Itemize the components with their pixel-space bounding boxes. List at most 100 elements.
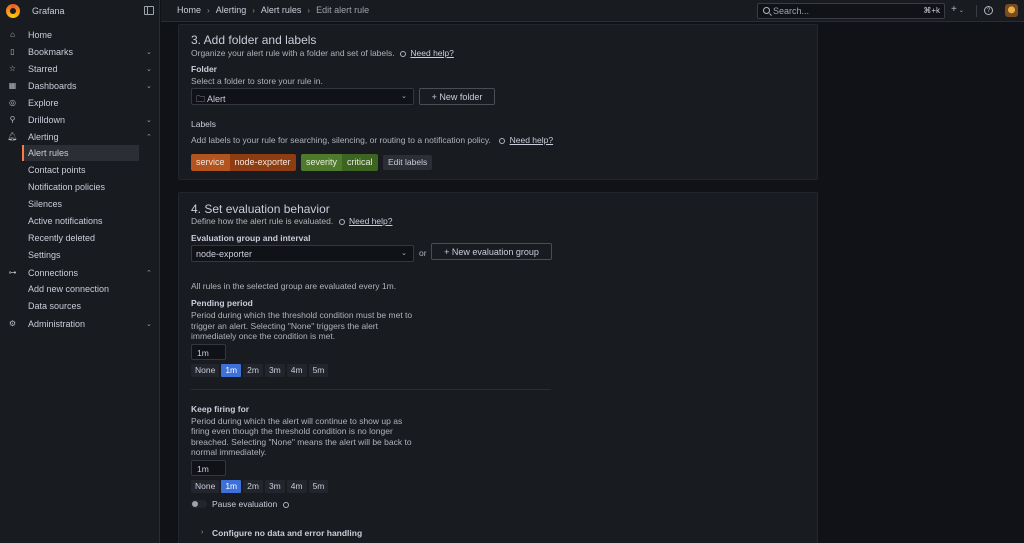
dashboards-icon: ▦ — [8, 81, 17, 90]
label-value: critical — [342, 154, 378, 171]
pending-option-4m[interactable]: 4m — [286, 364, 307, 377]
new-folder-text: New folder — [439, 92, 483, 102]
nav-label: Silences — [28, 199, 63, 209]
compass-icon: ◎ — [9, 98, 16, 107]
breadcrumb-alert-rules[interactable]: Alert rules — [261, 5, 302, 15]
label-chip-service: service node-exporter — [191, 154, 296, 171]
nav-label: Bookmarks — [28, 46, 74, 57]
chevron-down-icon[interactable]: ⌄ — [146, 65, 152, 73]
chevron-down-icon[interactable]: ⌄ — [146, 320, 152, 328]
sidebar-item-data-sources[interactable]: Data sources — [0, 298, 160, 315]
nav-label: Recently deleted — [28, 233, 96, 243]
sidebar: Grafana ⌂ Home ▯ Bookmarks ⌄ ☆ Starred ⌄… — [0, 0, 160, 543]
pending-period-input[interactable]: 1m — [191, 344, 226, 360]
keep-desc-1: Period during which the alert will conti… — [191, 416, 403, 426]
keep-firing-options: None 1m 2m 3m 4m 5m — [191, 480, 329, 493]
keep-option-2m[interactable]: 2m — [243, 480, 263, 493]
bell-icon: 🔔︎ — [7, 132, 18, 141]
avatar[interactable] — [1005, 4, 1018, 17]
breadcrumb-current: Edit alert rule — [316, 5, 370, 15]
help-icon — [400, 51, 407, 57]
sidebar-item-active-notifications[interactable]: Active notifications — [0, 213, 160, 230]
pending-option-5m[interactable]: 5m — [308, 364, 329, 377]
folder-select[interactable]: 🗀︎ Alert ⌄ — [191, 88, 414, 105]
chevron-down-icon[interactable]: ⌄ — [146, 116, 152, 124]
edit-labels-button[interactable]: Edit labels — [383, 155, 433, 170]
nav-label: Settings — [28, 250, 61, 260]
need-help-link[interactable]: Need help? — [410, 48, 453, 58]
nav-label: Active notifications — [28, 216, 103, 226]
sidebar-item-recently-deleted[interactable]: Recently deleted — [0, 230, 160, 247]
nav-label: Connections — [28, 267, 79, 278]
search-input[interactable]: Search... ⌘+k — [757, 3, 945, 19]
labels-description: Add labels to your rule for searching, s… — [191, 135, 553, 145]
breadcrumb-alerting[interactable]: Alerting — [216, 5, 247, 15]
chevron-down-icon[interactable]: ⌄ — [146, 82, 152, 90]
divider — [191, 389, 551, 390]
nav-item-explore[interactable]: ◎ Explore — [0, 94, 160, 111]
star-icon: ☆ — [8, 64, 17, 73]
pending-option-1m[interactable]: 1m — [221, 364, 242, 377]
nav-label: Alert rules — [28, 148, 69, 158]
keep-desc-3: breached. Selecting "None" means the ale… — [191, 437, 412, 447]
label-value: node-exporter — [229, 154, 296, 171]
nav-item-drilldown[interactable]: ⚲ Drilldown ⌄ — [0, 111, 160, 128]
nav-item-home[interactable]: ⌂ Home — [0, 26, 160, 43]
nav-item-connections[interactable]: ⊶ Connections ⌃ — [0, 264, 160, 281]
help-icon[interactable]: ? — [984, 6, 993, 15]
nav-label: Starred — [28, 63, 58, 74]
labels-need-help-link[interactable]: Need help? — [510, 135, 553, 145]
pause-evaluation: Pause evaluation — [212, 499, 291, 509]
folder-labels-section: 3. Add folder and labels Organize your a… — [178, 24, 818, 180]
pause-evaluation-toggle[interactable] — [191, 500, 207, 508]
chevron-down-icon: ⌄ — [958, 8, 964, 14]
labels-desc-text: Add labels to your rule for searching, s… — [191, 135, 491, 145]
sidebar-item-contact-points[interactable]: Contact points — [0, 162, 160, 179]
new-menu-button[interactable]: + ⌄ — [951, 4, 964, 15]
new-folder-label: + New folder — [420, 92, 494, 102]
chevron-down-icon[interactable]: ⌄ — [146, 48, 152, 56]
nav-item-starred[interactable]: ☆ Starred ⌄ — [0, 60, 160, 77]
keep-option-5m[interactable]: 5m — [308, 480, 329, 493]
dock-menu-icon[interactable] — [144, 6, 154, 15]
new-evaluation-group-button[interactable]: + New evaluation group — [431, 243, 552, 260]
keep-option-3m[interactable]: 3m — [264, 480, 285, 493]
keep-option-1m[interactable]: 1m — [221, 480, 242, 493]
breadcrumb-home[interactable]: Home — [177, 5, 201, 15]
group-value: node-exporter — [196, 249, 253, 259]
nav-label: Contact points — [28, 165, 86, 175]
pending-option-3m[interactable]: 3m — [264, 364, 285, 377]
keep-firing-input[interactable]: 1m — [191, 460, 226, 476]
brand[interactable]: Grafana — [0, 0, 159, 22]
nav-item-bookmarks[interactable]: ▯ Bookmarks ⌄ — [0, 43, 160, 60]
nav-item-dashboards[interactable]: ▦ Dashboards ⌄ — [0, 77, 160, 94]
sidebar-item-notification-policies[interactable]: Notification policies — [0, 179, 160, 196]
sidebar-item-settings[interactable]: Settings — [0, 247, 160, 264]
sidebar-item-silences[interactable]: Silences — [0, 196, 160, 213]
keep-option-4m[interactable]: 4m — [286, 480, 307, 493]
search-icon — [763, 7, 770, 14]
evaluation-behavior-section: 4. Set evaluation behavior Define how th… — [178, 192, 818, 543]
sidebar-item-alert-rules[interactable]: Alert rules — [0, 145, 160, 162]
description-text: Define how the alert rule is evaluated. — [191, 216, 334, 226]
chevron-right-icon[interactable]: › — [201, 529, 203, 536]
section-description: Define how the alert rule is evaluated. … — [191, 216, 392, 226]
chevron-up-icon[interactable]: ⌃ — [146, 133, 152, 141]
pending-option-2m[interactable]: 2m — [243, 364, 263, 377]
pending-option-none[interactable]: None — [191, 364, 220, 377]
keep-option-none[interactable]: None — [191, 480, 220, 493]
nav-item-alerting[interactable]: 🔔︎ Alerting ⌃ — [0, 128, 160, 145]
label-key: severity — [301, 154, 343, 171]
nav-item-administration[interactable]: ⚙ Administration ⌄ — [0, 315, 160, 332]
evaluation-group-select[interactable]: node-exporter ⌄ — [191, 245, 414, 262]
sidebar-item-add-new-connection[interactable]: Add new connection — [0, 281, 160, 298]
chevron-up-icon[interactable]: ⌃ — [146, 269, 152, 277]
plus-icon: + — [444, 247, 452, 257]
app-name: Grafana — [32, 6, 65, 16]
new-folder-button[interactable]: + New folder — [419, 88, 495, 105]
help-icon — [338, 219, 345, 225]
configure-no-data-toggle[interactable]: Configure no data and error handling — [212, 528, 362, 538]
gear-icon: ⚙ — [8, 319, 17, 328]
need-help-link[interactable]: Need help? — [349, 216, 392, 226]
labels-label: Labels — [191, 119, 217, 129]
